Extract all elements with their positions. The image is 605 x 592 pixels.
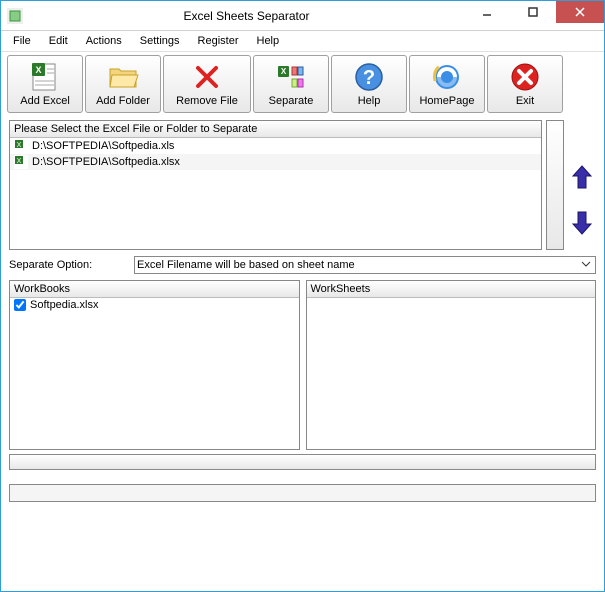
workbooks-header: WorkBooks [10, 281, 299, 298]
ie-globe-icon [431, 61, 463, 93]
svg-text:X: X [35, 65, 41, 75]
worksheets-header: WorkSheets [307, 281, 596, 298]
remove-x-icon [191, 61, 223, 93]
chevron-down-icon [579, 257, 593, 274]
worksheets-panel[interactable]: WorkSheets [306, 280, 597, 450]
separate-option-select[interactable]: Excel Filename will be based on sheet na… [134, 256, 596, 274]
titlebar: Excel Sheets Separator [1, 1, 604, 31]
menu-help[interactable]: Help [249, 33, 288, 49]
file-list-header: Please Select the Excel File or Folder t… [10, 121, 541, 138]
spacer-bar [9, 454, 596, 470]
excel-file-icon: X [14, 139, 28, 153]
separate-option-value: Excel Filename will be based on sheet na… [137, 259, 355, 271]
menu-register[interactable]: Register [190, 33, 247, 49]
folder-icon [107, 61, 139, 93]
separate-label: Separate [269, 95, 314, 107]
minimize-button[interactable] [464, 1, 510, 23]
file-path: D:\SOFTPEDIA\Softpedia.xls [32, 140, 174, 152]
workbook-item[interactable]: Softpedia.xlsx [10, 298, 299, 312]
add-folder-label: Add Folder [96, 95, 150, 107]
remove-file-label: Remove File [176, 95, 238, 107]
help-label: Help [358, 95, 381, 107]
svg-text:?: ? [363, 67, 375, 89]
list-item[interactable]: X D:\SOFTPEDIA\Softpedia.xls [10, 138, 541, 154]
file-path: D:\SOFTPEDIA\Softpedia.xlsx [32, 156, 180, 168]
exit-button[interactable]: Exit [487, 55, 563, 113]
menu-edit[interactable]: Edit [41, 33, 76, 49]
svg-text:X: X [17, 158, 22, 165]
status-bar [9, 484, 596, 502]
workbooks-panel[interactable]: WorkBooks Softpedia.xlsx [9, 280, 300, 450]
separate-icon: X [275, 61, 307, 93]
add-folder-button[interactable]: Add Folder [85, 55, 161, 113]
window-controls [464, 9, 604, 23]
add-excel-button[interactable]: X Add Excel [7, 55, 83, 113]
workbook-name: Softpedia.xlsx [30, 299, 98, 311]
move-down-button[interactable] [570, 209, 594, 237]
workbook-checkbox[interactable] [14, 299, 26, 311]
remove-file-button[interactable]: Remove File [163, 55, 251, 113]
menu-actions[interactable]: Actions [78, 33, 130, 49]
menu-file[interactable]: File [5, 33, 39, 49]
exit-icon [509, 61, 541, 93]
excel-file-icon: X [14, 155, 28, 169]
window-title: Excel Sheets Separator [29, 9, 464, 23]
close-button[interactable] [556, 1, 604, 23]
app-icon [7, 8, 23, 24]
help-button[interactable]: ? Help [331, 55, 407, 113]
exit-label: Exit [516, 95, 534, 107]
help-icon: ? [353, 61, 385, 93]
maximize-button[interactable] [510, 1, 556, 23]
add-excel-label: Add Excel [20, 95, 70, 107]
separate-option-label: Separate Option: [9, 259, 124, 271]
toolbar: X Add Excel Add Folder Remove File X Sep… [1, 51, 604, 116]
file-side-scroll[interactable] [546, 120, 564, 250]
homepage-button[interactable]: HomePage [409, 55, 485, 113]
menu-settings[interactable]: Settings [132, 33, 188, 49]
list-item[interactable]: X D:\SOFTPEDIA\Softpedia.xlsx [10, 154, 541, 170]
excel-sheet-icon: X [29, 61, 61, 93]
svg-text:X: X [17, 142, 22, 149]
separate-button[interactable]: X Separate [253, 55, 329, 113]
homepage-label: HomePage [419, 95, 474, 107]
svg-text:X: X [281, 67, 287, 76]
file-list-panel[interactable]: Please Select the Excel File or Folder t… [9, 120, 542, 250]
menubar: File Edit Actions Settings Register Help [1, 31, 604, 51]
move-up-button[interactable] [570, 163, 594, 191]
